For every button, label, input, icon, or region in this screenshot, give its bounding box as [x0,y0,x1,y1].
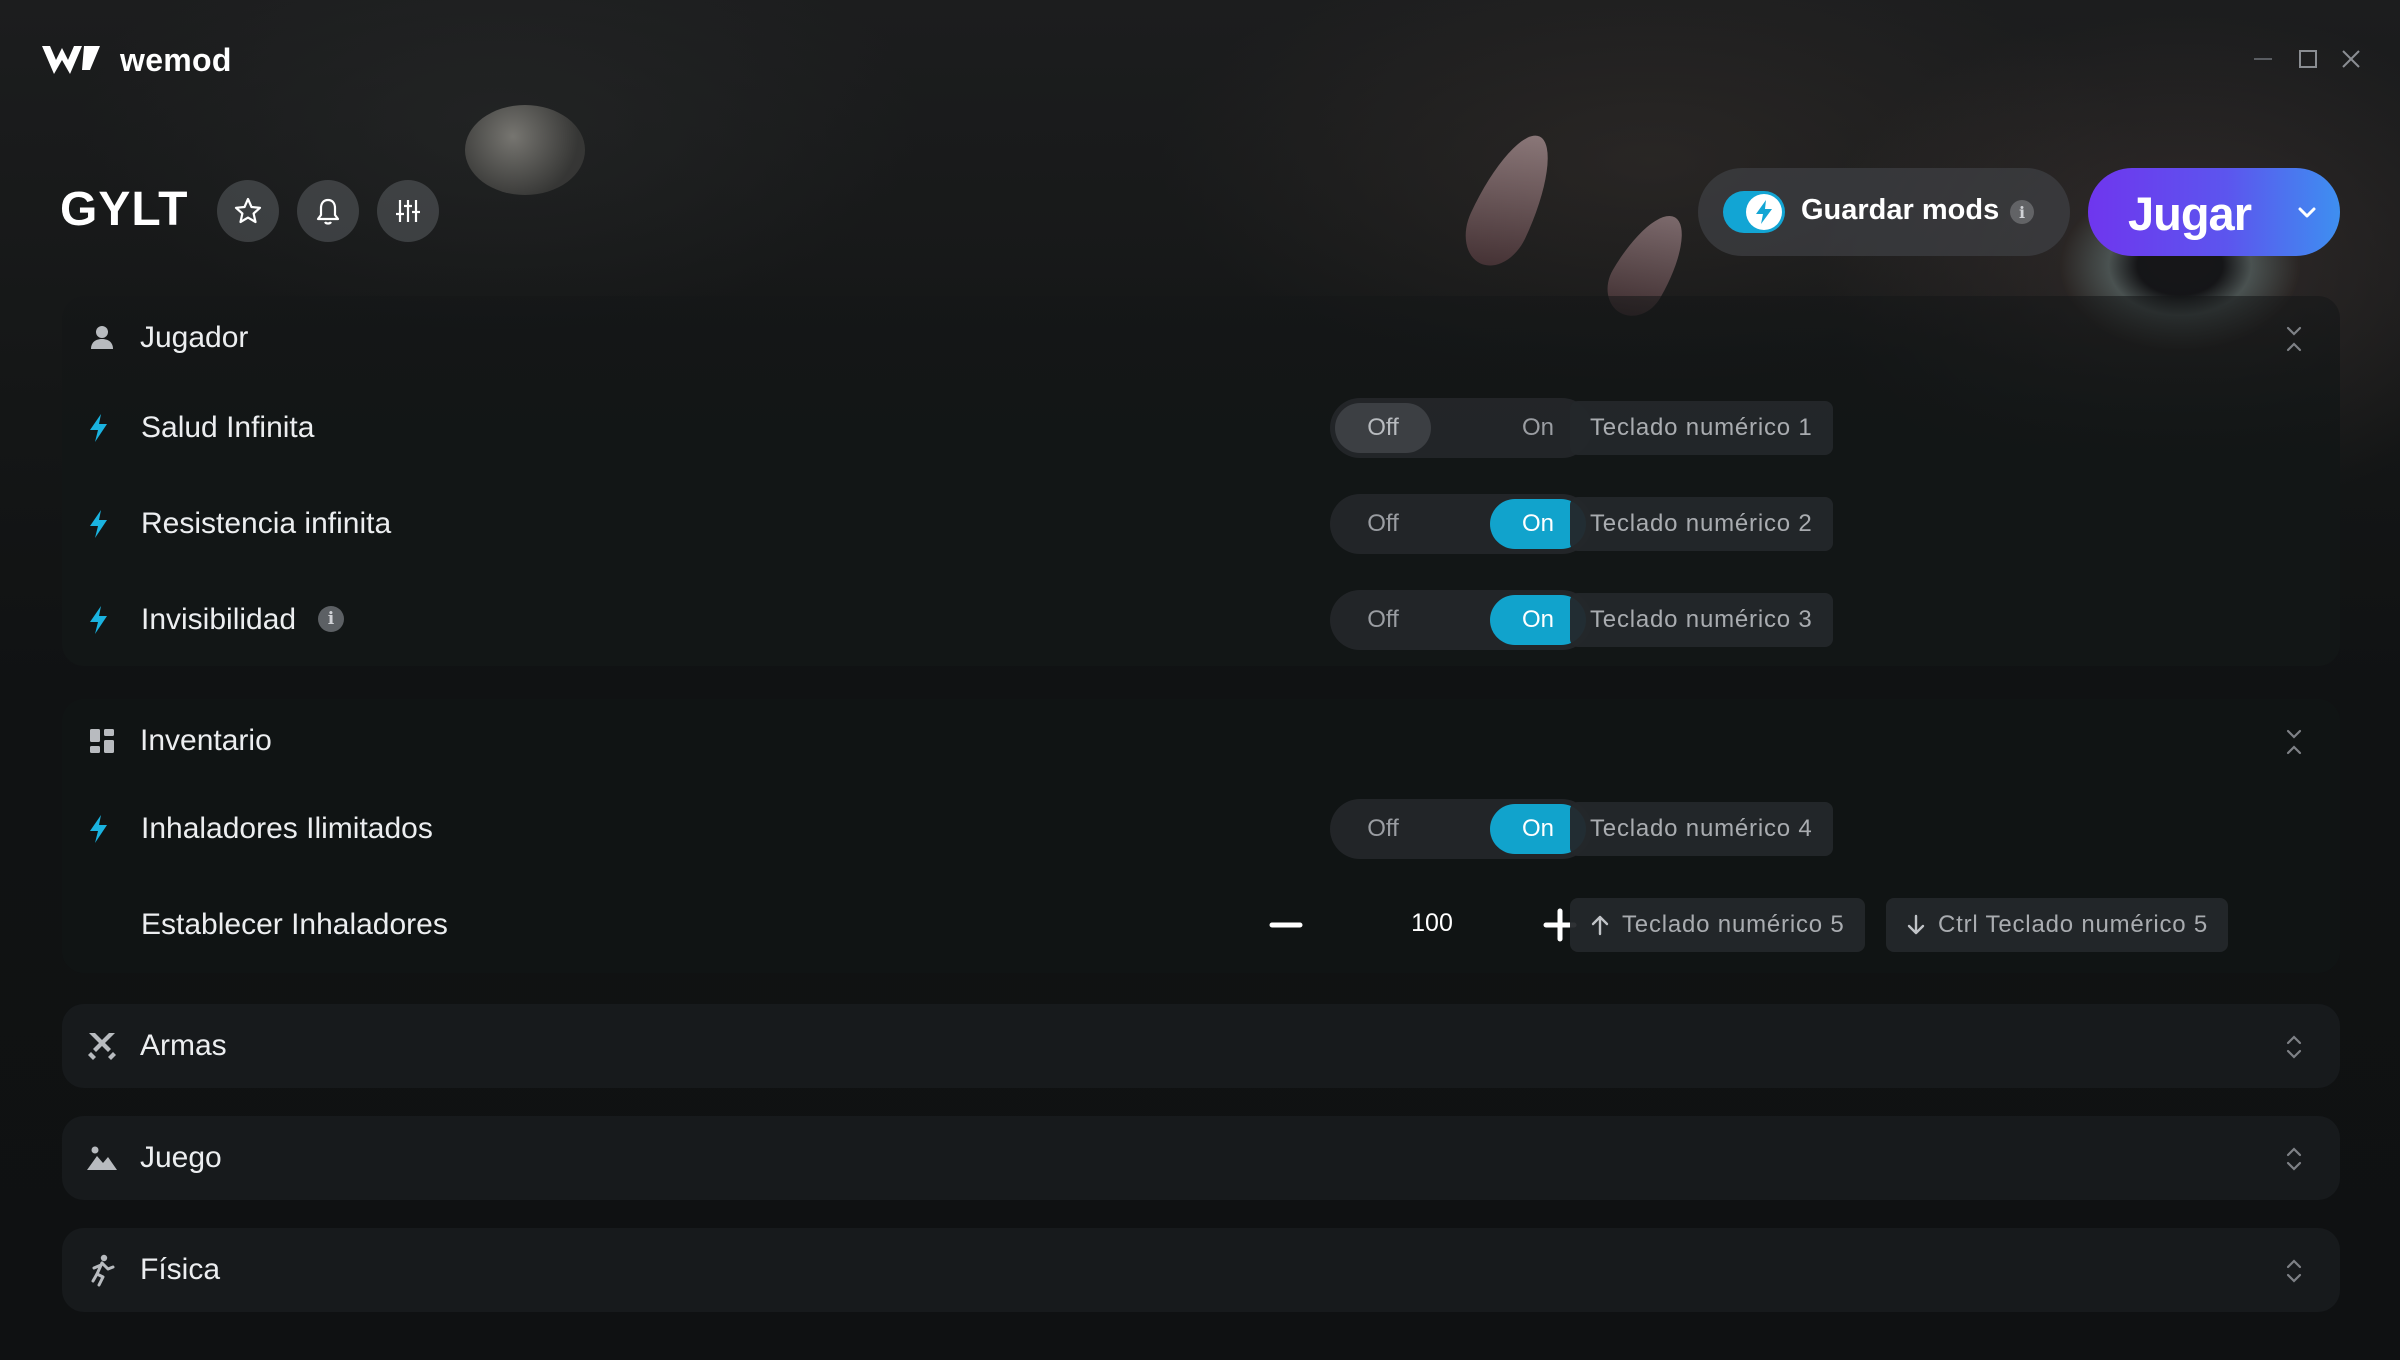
category-title: Inventario [140,724,272,757]
bolt-icon [90,815,107,843]
game-title: GYLT [60,183,189,236]
mod-toggle: Off On [1330,799,1592,859]
crossed-swords-icon [88,1033,116,1060]
star-icon [234,197,262,224]
mod-label: Resistencia infinita [141,507,392,540]
hotkey-decrease-button[interactable]: Ctrl Teclado numérico 5 [1886,898,2229,952]
expand-chevron-icon[interactable] [2282,1030,2306,1064]
category-header[interactable]: Inventario [62,699,2340,783]
mod-toggle: Off On [1330,590,1592,650]
maximize-icon[interactable] [2293,44,2323,74]
minimize-icon[interactable] [2248,44,2278,74]
landscape-icon [87,1146,117,1170]
info-icon[interactable]: i [318,606,344,632]
mod-row-stepper: Establecer Inhaladores 100 Teclado numér… [62,877,2340,973]
hotkey-button[interactable]: Teclado numérico 4 [1570,802,1833,856]
toggle-off-button[interactable]: Off [1335,804,1431,854]
background-claw-shape [1453,123,1567,277]
category-title: Jugador [140,321,249,354]
expand-chevron-icon[interactable] [2282,1142,2306,1176]
sliders-icon [396,200,420,222]
bolt-icon [90,414,107,442]
mod-label: Establecer Inhaladores [141,908,448,941]
hotkey-increase-button[interactable]: Teclado numérico 5 [1570,898,1865,952]
toggle-off-button[interactable]: Off [1335,403,1431,453]
category-armas[interactable]: Armas [62,1004,2340,1088]
category-fisica[interactable]: Física [62,1228,2340,1312]
mod-row: Salud Infinita Off On Teclado numérico 1 [62,380,2340,476]
minus-icon[interactable] [1268,907,1304,943]
arrow-up-icon [1591,915,1609,936]
save-mods-control[interactable]: Guardar mods i [1698,168,2070,256]
running-person-icon [91,1254,115,1287]
mod-row: Resistencia infinita Off On Teclado numé… [62,476,2340,572]
category-title: Física [140,1253,221,1286]
save-mods-info-icon[interactable]: i [2010,200,2034,224]
close-icon[interactable] [2336,44,2366,74]
mod-label: Salud Infinita [141,411,315,444]
category-title: Juego [140,1141,222,1174]
mod-label: Invisibilidad [141,603,297,636]
person-icon [91,326,113,349]
category-inventario: Inventario Inhaladores Ilimitados Off On… [62,699,2340,973]
mod-toggle: Off On [1330,494,1592,554]
chevron-down-icon[interactable] [2294,200,2320,226]
save-mods-knob [1746,194,1782,230]
hotkey-button[interactable]: Teclado numérico 3 [1570,593,1833,647]
grid-icon [90,729,114,753]
category-header[interactable]: Juego [62,1116,2340,1200]
favorite-button[interactable] [217,180,279,242]
mod-row: Inhaladores Ilimitados Off On Teclado nu… [62,781,2340,877]
hotkey-label: Ctrl Teclado numérico 5 [1938,911,2209,938]
collapse-chevron-icon[interactable] [2282,322,2306,356]
toggle-off-button[interactable]: Off [1335,595,1431,645]
bolt-icon [1756,200,1772,224]
hotkey-button[interactable]: Teclado numérico 2 [1570,497,1833,551]
play-button[interactable]: Jugar [2088,168,2340,256]
save-mods-toggle[interactable] [1723,191,1785,233]
app-brand: wemod [120,42,232,78]
stepper-value[interactable]: 100 [1372,909,1492,938]
toggle-off-button[interactable]: Off [1335,499,1431,549]
save-mods-label: Guardar mods [1801,194,2000,226]
background-egg-shape [465,105,585,195]
hotkey-button[interactable]: Teclado numérico 1 [1570,401,1833,455]
collapse-chevron-icon[interactable] [2282,725,2306,759]
game-settings-button[interactable] [377,180,439,242]
expand-chevron-icon[interactable] [2282,1254,2306,1288]
mod-toggle: Off On [1330,398,1592,458]
category-header[interactable]: Armas [62,1004,2340,1088]
category-jugador: Jugador Salud Infinita Off On Teclado nu… [62,296,2340,666]
wemod-logo-icon [42,46,100,74]
bolt-icon [90,510,107,538]
mod-label: Inhaladores Ilimitados [141,812,433,845]
bell-icon [316,198,340,225]
play-button-label: Jugar [2128,187,2252,240]
category-title: Armas [140,1029,227,1062]
category-header[interactable]: Jugador [62,296,2340,380]
arrow-down-icon [1907,914,1925,935]
category-header[interactable]: Física [62,1228,2340,1312]
category-juego[interactable]: Juego [62,1116,2340,1200]
mod-row: Invisibilidad i Off On Teclado numérico … [62,572,2340,668]
notifications-button[interactable] [297,180,359,242]
hotkey-label: Teclado numérico 5 [1622,911,1845,938]
bolt-icon [90,606,107,634]
